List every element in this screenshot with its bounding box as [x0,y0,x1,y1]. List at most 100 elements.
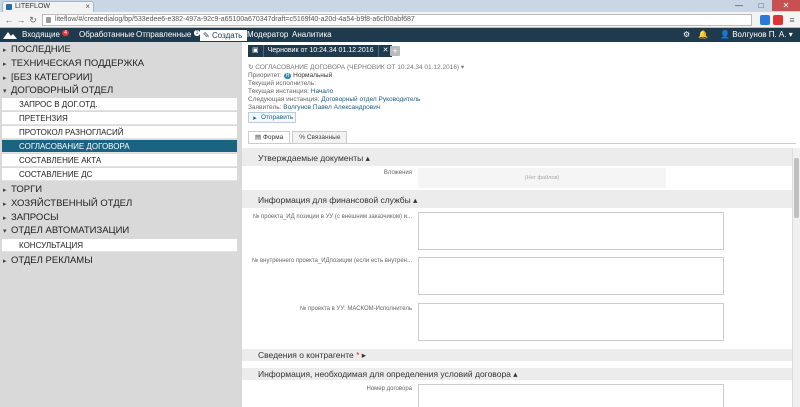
forward-arrow-icon[interactable]: → [15,14,27,26]
document-info: ↻ СОГЛАСОВАНИЕ ДОГОВОРА (ЧЕРНОВИК ОТ 10:… [248,64,464,112]
maximize-button[interactable]: □ [750,0,772,11]
attachments-dropzone[interactable]: (Нет файлов) [418,168,666,188]
nav-sent-label: Отправленные [136,30,192,39]
extension-icon[interactable] [760,15,770,25]
send-button[interactable]: ➤ Отправить [248,112,296,123]
create-button[interactable]: ✎ Создать [200,30,248,41]
nav-inbox-label: Входящие [22,30,60,39]
next-instance-value: Договорный отдел Руководитель [321,96,421,103]
nav-inbox[interactable]: Входящие 4 [22,28,69,42]
section-approved-docs[interactable]: Утверждаемые документы ▴ [242,152,792,164]
minimize-button[interactable]: — [728,0,750,11]
bell-icon[interactable]: 🔔 [698,28,708,42]
section-finance-info[interactable]: Информация для финансовой службы ▴ [242,194,792,206]
tab-form[interactable]: ▤ Форма [248,131,291,143]
sidebar-item-consultation[interactable]: КОНСУЛЬТАЦИЯ [2,239,237,252]
macom-project-textarea[interactable] [418,303,724,341]
category-label: ЗАПРОСЫ [11,212,59,223]
instance-label: Текущая инстанция: [248,88,309,95]
page-icon [46,17,51,23]
sidebar-item-protocol[interactable]: ПРОТОКОЛ РАЗНОГЛАСИЙ [2,126,237,139]
instance-value: Начало [310,88,334,95]
category-label: [БЕЗ КАТЕГОРИИ] [11,72,93,83]
nav-analytics[interactable]: Аналитика [292,28,332,42]
main-content: ▣ Черновик от 10:24.34 01.12.2016 ✕ + ↻ … [242,42,800,407]
priority-value: Нормальный [293,72,333,79]
inbox-badge: 4 [62,30,69,36]
draft-tab[interactable]: ▣ Черновик от 10:24.34 01.12.2016 ✕ [248,45,393,57]
chevron-down-icon[interactable]: ▾ [461,64,464,71]
next-instance-label: Следующая инстанция: [248,96,320,103]
save-icon[interactable]: ▣ [248,45,263,57]
section-title: Сведения о контрагенте [258,350,354,360]
section-contract-terms-body: Номер договора [242,382,792,407]
category-label: ХОЗЯЙСТВЕННЫЙ ОТДЕЛ [11,198,133,209]
section-counterparty[interactable]: Сведения о контрагенте * ▸ [242,349,792,361]
applicant-value: Волгунов Павел Александрович [283,104,381,111]
back-arrow-icon[interactable]: ← [3,14,15,26]
reload-icon[interactable]: ↻ [27,14,39,26]
logo-icon[interactable] [3,30,17,40]
url-input[interactable]: liteflow/#/createdialog/bp/533edee6-e382… [42,14,752,26]
sidebar-category-automation[interactable]: ▾ ОТДЕЛ АВТОМАТИЗАЦИИ [0,225,240,237]
extension-icon[interactable] [773,15,783,25]
required-marker: * [356,350,360,360]
scrollbar-thumb[interactable] [794,158,799,218]
form-icon: ▤ [255,134,263,141]
sidebar-category-no-category[interactable]: ▸ [БЕЗ КАТЕГОРИИ] [0,72,240,84]
sidebar-item-act[interactable]: СОСТАВЛЕНИЕ АКТА [2,154,237,167]
vertical-scrollbar[interactable] [792,148,800,407]
sidebar-item-claim[interactable]: ПРЕТЕНЗИЯ [2,112,237,125]
contract-number-label: Номер договора [366,386,413,392]
pencil-icon: ✎ [203,31,210,40]
tab-related[interactable]: % Связанные [292,131,348,143]
user-icon: 👤 [720,30,730,39]
tab-close-icon[interactable]: × [85,2,90,12]
sidebar-item-contract-approval[interactable]: СОГЛАСОВАНИЕ ДОГОВОРА [2,140,237,153]
collapse-icon: ▴ [365,153,370,163]
category-label: ТОРГИ [11,184,43,195]
collapse-icon: ▴ [413,195,418,205]
section-contract-terms[interactable]: Информация, необходимая для определения … [242,368,792,380]
category-label: ПОСЛЕДНИЕ [11,44,71,55]
address-bar: ← → ↻ liteflow/#/createdialog/bp/533edee… [0,12,800,28]
chevron-down-icon: ▾ [788,30,793,39]
category-label: ТЕХНИЧЕСКАЯ ПОДДЕРЖКА [11,58,145,69]
section-title: Утверждаемые документы [258,153,364,163]
section-title: Информация для финансовой службы [258,195,411,205]
user-name: Волгунов П. А. [732,30,787,39]
contract-number-input[interactable] [418,384,724,407]
gear-icon[interactable]: ⚙ [683,28,690,42]
url-text: liteflow/#/createdialog/bp/533edee6-e382… [55,16,415,23]
sidebar-category-tech-support[interactable]: ▸ ТЕХНИЧЕСКАЯ ПОДДЕРЖКА [0,58,240,70]
section-approved-docs-body: Вложения (Нет файлов) [242,166,792,190]
favicon-icon [6,4,12,10]
category-label: ОТДЕЛ АВТОМАТИЗАЦИИ [11,225,130,236]
sidebar-category-advertising[interactable]: ▸ ОТДЕЛ РЕКЛАМЫ [0,255,240,267]
add-draft-button[interactable]: + [390,46,400,56]
nav-sent[interactable]: Отправленные 1 [136,28,201,42]
executor-label: Текущий исполнитель: [248,80,316,87]
category-label: ДОГОВОРНЫЙ ОТДЕЛ [11,85,114,96]
sidebar-category-recent[interactable]: ▸ ПОСЛЕДНИЕ [0,44,240,56]
nav-processed[interactable]: Обработанные [79,28,135,42]
sidebar-category-requests[interactable]: ▸ ЗАПРОСЫ [0,212,240,224]
chevron-right-icon: ▸ [3,47,7,54]
user-menu[interactable]: 👤 Волгунов П. А. ▾ [720,28,793,42]
browser-tab[interactable]: LITEFLOW × [2,1,94,12]
sidebar-item-ds[interactable]: СОСТАВЛЕНИЕ ДС [2,168,237,181]
internal-project-textarea[interactable] [418,257,724,295]
send-label: Отправить [261,114,294,121]
attachments-label: Вложения [383,170,412,176]
sidebar-category-tenders[interactable]: ▸ ТОРГИ [0,184,240,196]
sidebar-category-contract-dept[interactable]: ▾ ДОГОВОРНЫЙ ОТДЕЛ [0,85,240,97]
sidebar-category-economic[interactable]: ▸ ХОЗЯЙСТВЕННЫЙ ОТДЕЛ [0,198,240,210]
menu-icon[interactable]: ≡ [786,14,798,26]
project-id-textarea[interactable] [418,212,724,250]
close-window-button[interactable]: ✕ [772,0,800,11]
nav-moderator[interactable]: Модератор [247,28,288,42]
form-panel: Утверждаемые документы ▴ Вложения (Нет ф… [242,148,792,407]
browser-tabstrip: LITEFLOW × — □ ✕ [0,0,800,12]
link-icon: % [299,134,307,141]
sidebar-item-request[interactable]: ЗАПРОС В ДОГ.ОТД. [2,98,237,111]
